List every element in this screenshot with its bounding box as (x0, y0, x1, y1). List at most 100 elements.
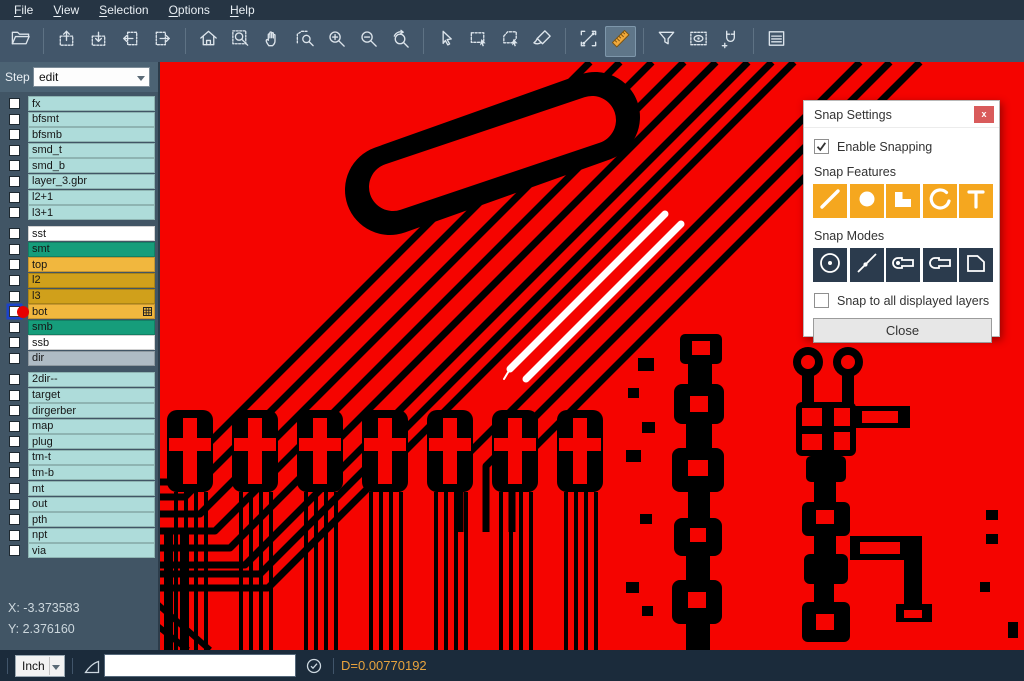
layer-chip-dirgerber[interactable]: dirgerber (28, 403, 155, 418)
layer-visibility-checkbox[interactable] (9, 436, 20, 447)
layer-chip-tm-t[interactable]: tm-t (28, 450, 155, 465)
layer-chip-top[interactable]: top (28, 257, 155, 272)
menu-help[interactable]: Help (220, 0, 265, 20)
layer-chip-pth[interactable]: pth (28, 512, 155, 527)
layer-chip-bfsmb[interactable]: bfsmb (28, 127, 155, 142)
grid-icon[interactable] (143, 307, 152, 319)
select-pointer-button[interactable] (431, 26, 462, 57)
layer-chip-plug[interactable]: plug (28, 434, 155, 449)
move-right-button[interactable] (147, 26, 178, 57)
layer-chip-map[interactable]: map (28, 419, 155, 434)
step-select[interactable]: edit (33, 67, 150, 87)
layer-chip-l3+1[interactable]: l3+1 (28, 205, 155, 220)
layer-chip-bot[interactable]: bot (28, 304, 155, 319)
snap-feature-text-button[interactable] (959, 184, 993, 218)
layer-chip-ssb[interactable]: ssb (28, 335, 155, 350)
layer-chip-mt[interactable]: mt (28, 481, 155, 496)
layer-visibility-checkbox[interactable] (9, 499, 20, 510)
layer-visibility-checkbox[interactable] (9, 337, 20, 348)
snap-mode-slot-filled-button[interactable] (886, 248, 920, 282)
snap-mode-center-button[interactable] (813, 248, 847, 282)
zoom-polygon-button[interactable] (289, 26, 320, 57)
layer-chip-l3[interactable]: l3 (28, 289, 155, 304)
layer-chip-smt[interactable]: smt (28, 242, 155, 257)
layer-visibility-checkbox[interactable] (9, 545, 20, 556)
menu-file[interactable]: File (4, 0, 43, 20)
zoom-window-button[interactable] (225, 26, 256, 57)
layer-visibility-checkbox[interactable] (9, 374, 20, 385)
select-polygon-button[interactable] (495, 26, 526, 57)
layer-chip-sst[interactable]: sst (28, 226, 155, 241)
layer-chip-out[interactable]: out (28, 497, 155, 512)
zoom-previous-button[interactable] (385, 26, 416, 57)
snap-feature-line-button[interactable] (813, 184, 847, 218)
snap-feature-pad-button[interactable] (850, 184, 884, 218)
move-left-button[interactable] (115, 26, 146, 57)
move-up-button[interactable] (51, 26, 82, 57)
close-button[interactable]: Close (813, 318, 992, 343)
layer-visibility-checkbox[interactable] (9, 244, 20, 255)
snap-mode-closest-point-button[interactable] (850, 248, 884, 282)
layer-visibility-checkbox[interactable] (9, 530, 20, 541)
layer-panel-button[interactable] (761, 26, 792, 57)
layer-chip-smd_b[interactable]: smd_b (28, 158, 155, 173)
layer-visibility-checkbox[interactable] (9, 322, 20, 333)
menu-selection[interactable]: Selection (89, 0, 158, 20)
snap-mode-corner-button[interactable] (959, 248, 993, 282)
layer-chip-2dir--[interactable]: 2dir-- (28, 372, 155, 387)
command-input[interactable] (104, 654, 296, 677)
layer-visibility-checkbox[interactable] (9, 176, 20, 187)
snap-feature-surface-button[interactable] (886, 184, 920, 218)
sync-check-icon[interactable] (302, 657, 326, 675)
layer-chip-tm-b[interactable]: tm-b (28, 465, 155, 480)
layer-visibility-checkbox[interactable] (9, 207, 20, 218)
layer-chip-npt[interactable]: npt (28, 528, 155, 543)
move-down-button[interactable] (83, 26, 114, 57)
menu-view[interactable]: View (43, 0, 89, 20)
snap-mode-slot-outline-button[interactable] (923, 248, 957, 282)
layer-visibility-checkbox[interactable] (9, 275, 20, 286)
layer-visibility-checkbox[interactable] (9, 452, 20, 463)
layer-chip-smb[interactable]: smb (28, 320, 155, 335)
layer-visibility-checkbox[interactable] (9, 129, 20, 140)
zoom-out-button[interactable] (353, 26, 384, 57)
layer-visibility-checkbox[interactable] (9, 421, 20, 432)
layer-chip-fx[interactable]: fx (28, 96, 155, 111)
select-brush-button[interactable] (527, 26, 558, 57)
snap-feature-arc-button[interactable] (923, 184, 957, 218)
layer-visibility-checkbox[interactable] (9, 192, 20, 203)
snap-settings-button[interactable] (715, 26, 746, 57)
menu-options[interactable]: Options (159, 0, 220, 20)
layer-visibility-checkbox[interactable] (9, 353, 20, 364)
layer-visibility-checkbox[interactable] (9, 114, 20, 125)
layer-visibility-checkbox[interactable] (9, 98, 20, 109)
layer-chip-target[interactable]: target (28, 388, 155, 403)
layer-visibility-checkbox[interactable] (9, 514, 20, 525)
layer-chip-smd_t[interactable]: smd_t (28, 143, 155, 158)
filter-button[interactable] (651, 26, 682, 57)
angle-corner-icon[interactable] (80, 656, 104, 676)
layer-chip-via[interactable]: via (28, 543, 155, 558)
layer-visibility-checkbox[interactable] (9, 228, 20, 239)
units-select[interactable]: Inch (15, 655, 65, 677)
measure-ruler-button[interactable] (605, 26, 636, 57)
zoom-in-button[interactable] (321, 26, 352, 57)
pan-hand-button[interactable] (257, 26, 288, 57)
open-folder-button[interactable] (5, 26, 36, 57)
layer-chip-dir[interactable]: dir (28, 351, 155, 366)
home-view-button[interactable] (193, 26, 224, 57)
enable-snapping-checkbox[interactable] (814, 139, 829, 154)
close-icon[interactable]: x (974, 106, 994, 123)
view-options-button[interactable] (683, 26, 714, 57)
measure-line-button[interactable] (573, 26, 604, 57)
layer-chip-layer_3.gbr[interactable]: layer_3.gbr (28, 174, 155, 189)
layer-visibility-checkbox[interactable] (9, 160, 20, 171)
layer-visibility-checkbox[interactable] (9, 145, 20, 156)
layer-chip-bfsmt[interactable]: bfsmt (28, 112, 155, 127)
layer-visibility-checkbox[interactable] (9, 259, 20, 270)
layer-chip-l2+1[interactable]: l2+1 (28, 190, 155, 205)
layer-visibility-checkbox[interactable] (9, 483, 20, 494)
layer-chip-l2[interactable]: l2 (28, 273, 155, 288)
dialog-titlebar[interactable]: Snap Settings x (804, 101, 999, 128)
snap-all-layers-checkbox[interactable] (814, 293, 829, 308)
